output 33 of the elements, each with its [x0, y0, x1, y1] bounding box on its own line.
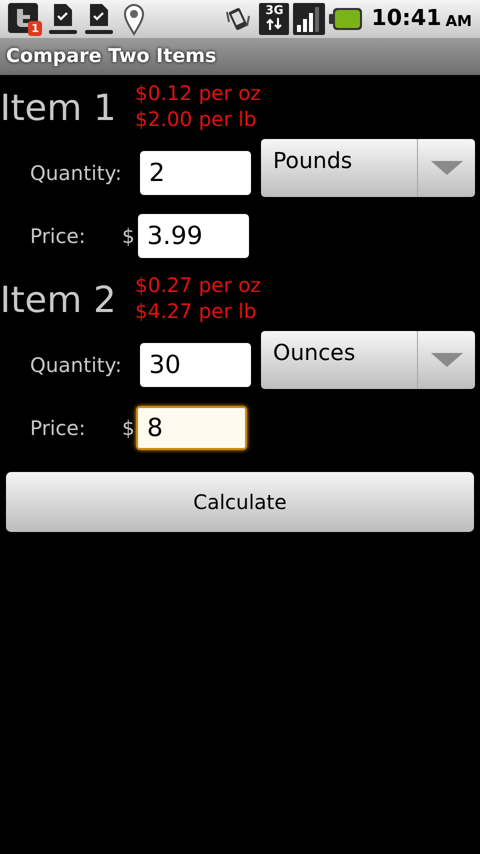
unit-dropdown[interactable]: Ounces: [261, 331, 475, 389]
up-down-arrows-icon: [265, 17, 284, 31]
calculate-button[interactable]: Calculate: [6, 472, 474, 532]
item-heading: Item 2: [0, 283, 118, 319]
unit-price: $0.12 per oz: [135, 80, 261, 106]
location-pin-icon[interactable]: [122, 2, 146, 36]
app-title: Compare Two Items: [6, 44, 216, 70]
unit-dropdown[interactable]: Pounds: [261, 139, 475, 197]
download-done-icon[interactable]: [84, 2, 114, 36]
notification-badge: 1: [28, 21, 42, 36]
text-input[interactable]: 30: [140, 343, 251, 387]
currency-symbol: $: [122, 223, 136, 250]
price-label: Price:: [30, 415, 87, 442]
currency-symbol: $: [122, 415, 136, 442]
text-input[interactable]: 3.99: [138, 214, 249, 258]
signal-bars-icon: [293, 3, 326, 35]
text-input[interactable]: 8: [136, 406, 247, 450]
price-label: Price:: [30, 223, 87, 250]
quantity-label: Quantity:: [30, 160, 123, 187]
item-heading: Item 1: [0, 91, 118, 127]
mobile-data-indicator: 3G: [259, 3, 290, 35]
download-done-icon[interactable]: [48, 2, 78, 36]
unit-price: $0.27 per oz: [135, 272, 261, 298]
bird-app-icon[interactable]: [8, 3, 38, 33]
text-input[interactable]: 2: [140, 151, 251, 195]
dropdown-arrow-icon: [430, 353, 462, 367]
clock-time: 10:41: [371, 8, 442, 30]
quantity-label: Quantity:: [30, 352, 123, 379]
dropdown-arrow-icon: [430, 161, 462, 175]
unit-price: $2.00 per lb: [135, 106, 258, 132]
battery-icon: [329, 7, 364, 31]
unit-price: $4.27 per lb: [135, 298, 258, 324]
clock-am-pm: AM: [445, 14, 472, 29]
